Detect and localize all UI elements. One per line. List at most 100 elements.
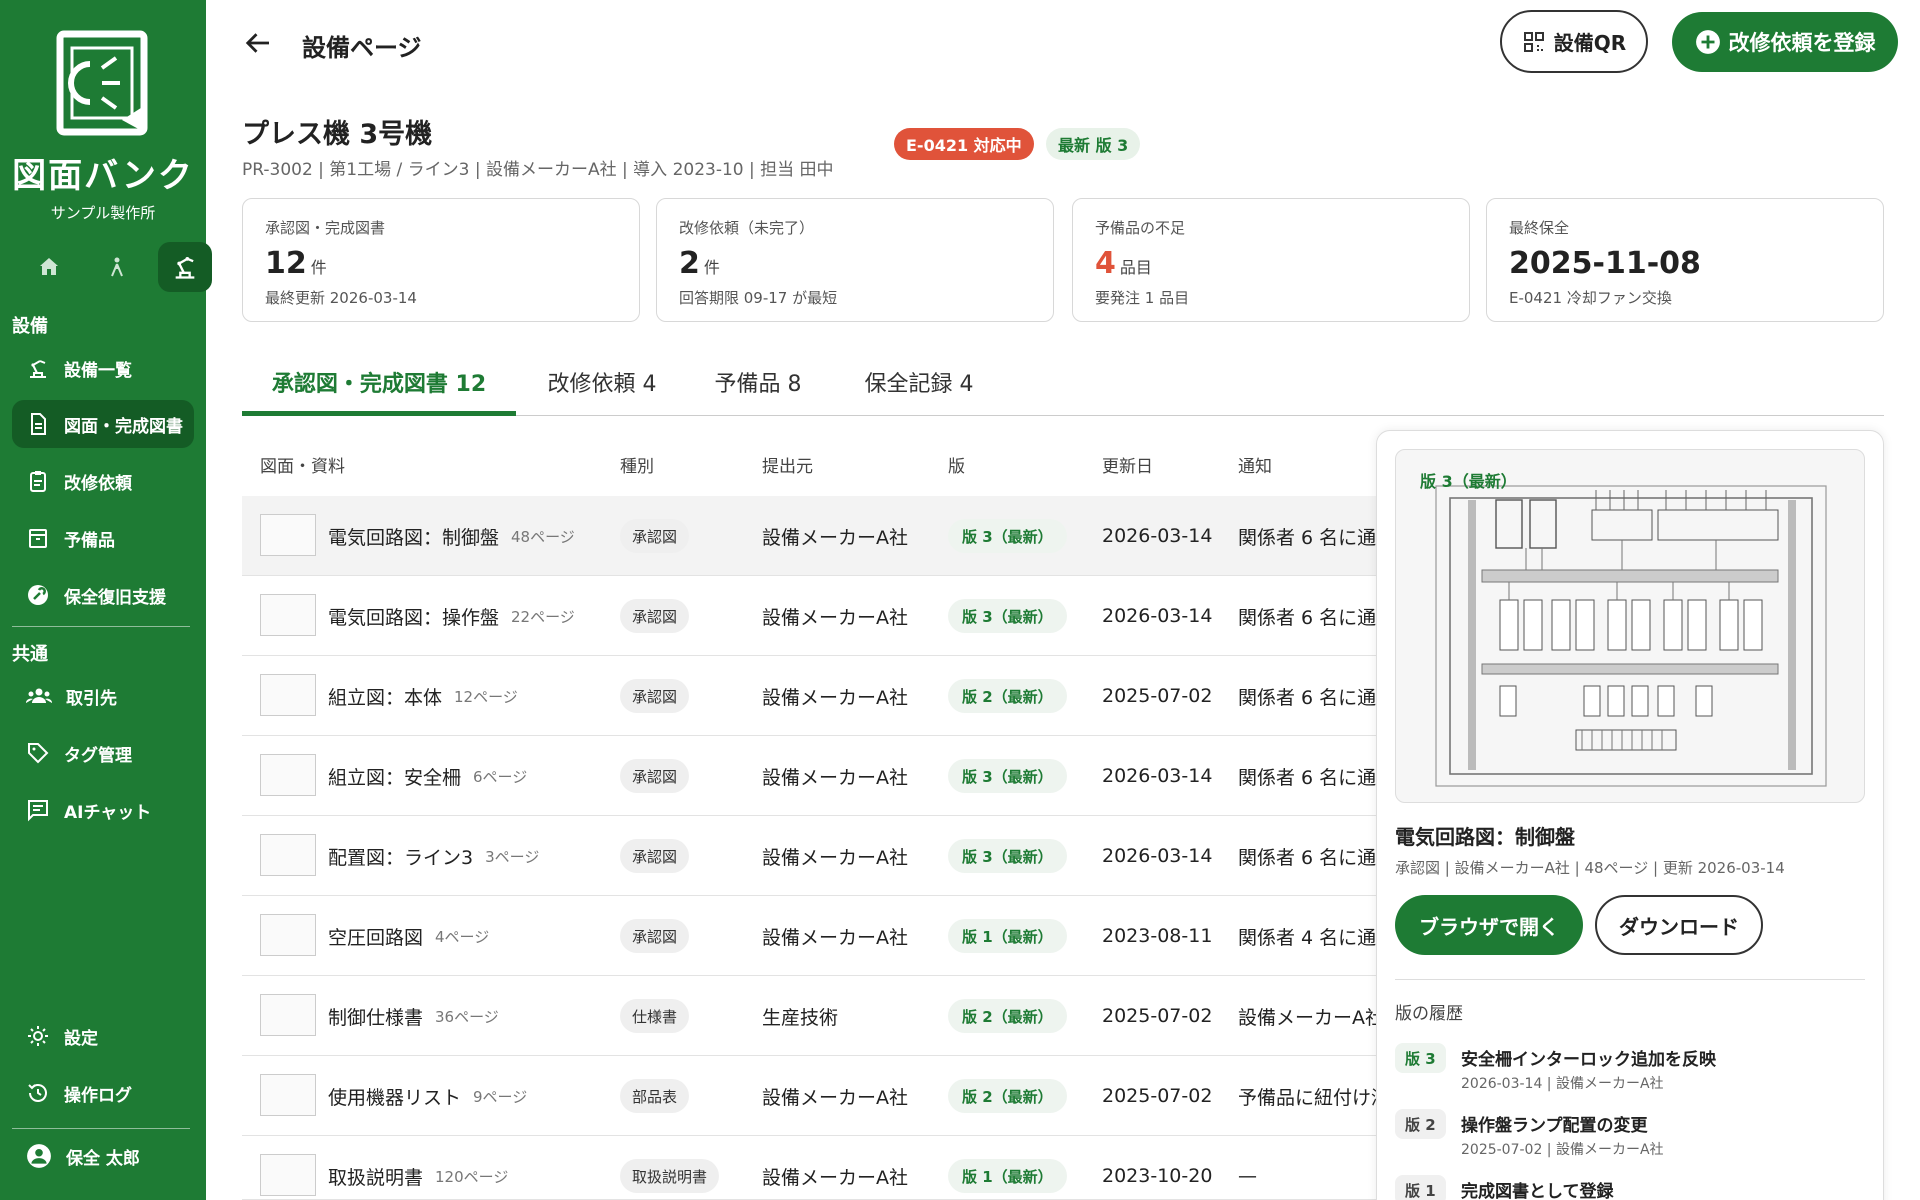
sidebar-item-settings[interactable]: 設定 <box>12 1012 194 1060</box>
sidebar-item-equipment-list[interactable]: 設備一覧 <box>12 344 194 392</box>
table-row[interactable]: 組立図：安全柵 6ページ 承認図 設備メーカーA社 版 3（最新） 2026-03… <box>242 736 1376 816</box>
box-icon <box>29 529 47 548</box>
updated-date: 2023-10-20 <box>1102 1165 1213 1187</box>
back-button[interactable] <box>244 28 274 62</box>
page-count: 9ページ <box>473 1087 528 1106</box>
alert-status-badge[interactable]: E-0421 対応中 <box>894 128 1034 160</box>
sidebar-item-spare-parts[interactable]: 予備品 <box>12 514 194 562</box>
page-count: 36ページ <box>435 1007 499 1026</box>
equipment-qr-label: 設備QR <box>1553 31 1627 55</box>
open-in-browser-button[interactable]: ブラウザで開く <box>1395 895 1583 955</box>
table-row[interactable]: 空圧回路図 4ページ 承認図 設備メーカーA社 版 1（最新） 2023-08-1… <box>242 896 1376 976</box>
table-row[interactable]: 制御仕様書 36ページ 仕様書 生産技術 版 2（最新） 2025-07-02 設… <box>242 976 1376 1056</box>
history-item[interactable]: 版 1 完成図書として登録 <box>1395 1175 1865 1200</box>
user-avatar-icon <box>27 1144 51 1168</box>
version-badge: 版 3（最新） <box>948 599 1067 633</box>
sidebar-item-partners[interactable]: 取引先 <box>12 672 194 720</box>
table-row[interactable]: 取扱説明書 120ページ 取扱説明書 設備メーカーA社 版 1（最新） 2023-… <box>242 1136 1376 1200</box>
column-header[interactable]: 種別 <box>620 452 654 477</box>
sidebar-item-label: 改修依頼 <box>64 473 132 494</box>
stat-card-spares-shortage[interactable]: 予備品の不足 4 品目 要発注 1 品目 <box>1072 198 1470 322</box>
sidebar-item-label: 設備一覧 <box>64 360 132 381</box>
drawing-thumbnail <box>260 514 316 556</box>
table-row[interactable]: 組立図：本体 12ページ 承認図 設備メーカーA社 版 2（最新） 2025-07… <box>242 656 1376 736</box>
history-item[interactable]: 版 2 操作盤ランプ配置の変更 2025-07-02 | 設備メーカーA社 <box>1395 1109 1865 1165</box>
table-row[interactable]: 使用機器リスト 9ページ 部品表 設備メーカーA社 版 2（最新） 2025-07… <box>242 1056 1376 1136</box>
sidebar-item-activity-log[interactable]: 操作ログ <box>12 1069 194 1117</box>
stat-card-last-maintenance[interactable]: 最終保全 2025-11-08 E-0421 冷却ファン交換 <box>1486 198 1884 322</box>
sidebar-item-drawings[interactable]: 図面・完成図書 <box>12 400 194 448</box>
column-header[interactable]: 図面・資料 <box>260 452 345 477</box>
sidebar-item-tags[interactable]: タグ管理 <box>12 729 194 777</box>
stat-unit: 件 <box>703 258 720 277</box>
drawing-name: 組立図：安全柵 <box>328 766 462 789</box>
source: 設備メーカーA社 <box>762 526 908 549</box>
history-icon <box>28 1084 47 1102</box>
source: 設備メーカーA社 <box>762 766 908 789</box>
history-version-badge: 版 1 <box>1395 1175 1446 1200</box>
brand-name: 図面バンク <box>12 156 194 196</box>
version-badge: 版 3（最新） <box>948 839 1067 873</box>
column-header[interactable]: 通知 <box>1238 452 1272 477</box>
organization-name: サンプル製作所 <box>50 204 156 222</box>
updated-date: 2026-03-14 <box>1102 605 1213 627</box>
stat-card-requests[interactable]: 改修依頼（未完了） 2件 回答期限 09-17 が最短 <box>656 198 1054 322</box>
kind-badge: 承認図 <box>620 599 690 633</box>
table-header: 図面・資料 種別 提出元 版 更新日 通知 <box>242 440 1392 484</box>
stat-label: 承認図・完成図書 <box>265 219 386 237</box>
register-request-button[interactable]: 改修依頼を登録 <box>1672 12 1898 72</box>
arrow-left-icon <box>245 33 269 53</box>
drawing-thumbnail <box>260 994 316 1036</box>
history-title: 安全柵インターロック追加を反映 <box>1461 1050 1716 1070</box>
source: 設備メーカーA社 <box>762 686 908 709</box>
stat-label: 改修依頼（未完了） <box>679 219 815 237</box>
notice-text: 関係者 6 名に通知済 <box>1238 526 1376 549</box>
sidebar-item-label: AIチャット <box>64 802 152 823</box>
history-item[interactable]: 版 3 安全柵インターロック追加を反映 2026-03-14 | 設備メーカーA… <box>1395 1043 1865 1099</box>
preview-version-label: 版 3（最新） <box>1420 472 1517 491</box>
tab-requests[interactable]: 改修依頼 4 <box>522 356 682 416</box>
notice-text: — <box>1238 1165 1257 1187</box>
tab-drawings[interactable]: 承認図・完成図書 12 <box>242 356 516 416</box>
section-equipment-label: 設備 <box>12 316 48 337</box>
sidebar-item-recovery[interactable]: 保全復旧支援 <box>12 571 194 619</box>
source: 設備メーカーA社 <box>762 926 908 949</box>
sidebar-user-profile[interactable]: 保全 太郎 <box>12 1132 194 1180</box>
home-icon[interactable] <box>22 242 76 292</box>
source: 生産技術 <box>762 1006 839 1029</box>
version-badge: 版 2（最新） <box>948 999 1067 1033</box>
sidebar-item-label: タグ管理 <box>64 745 132 766</box>
chat-icon <box>28 800 48 822</box>
source: 設備メーカーA社 <box>762 1166 908 1189</box>
tab-maintenance[interactable]: 保全記録 4 <box>836 356 1002 416</box>
robot-arm-icon[interactable] <box>158 242 212 292</box>
drawing-thumbnail <box>260 754 316 796</box>
drawing-preview-image[interactable]: 版 3（最新） <box>1395 449 1865 803</box>
robot-arm-icon <box>30 360 46 378</box>
stat-card-drawings[interactable]: 承認図・完成図書 12 件 最終更新 2026-03-14 <box>242 198 640 322</box>
equipment-qr-button[interactable]: 設備QR <box>1500 10 1648 73</box>
table-row[interactable]: 電気回路図：操作盤 22ページ 承認図 設備メーカーA社 版 3（最新） 2026… <box>242 576 1376 656</box>
column-header[interactable]: 版 <box>948 452 965 477</box>
qr-code-icon <box>1523 31 1544 52</box>
user-name: 保全 太郎 <box>66 1148 140 1169</box>
updated-date: 2026-03-14 <box>1102 845 1213 867</box>
version-history-title: 版の履歴 <box>1395 1004 1463 1024</box>
tab-spare-parts[interactable]: 予備品 8 <box>688 356 828 416</box>
page-count: 6ページ <box>473 767 528 786</box>
worker-icon[interactable] <box>90 242 144 292</box>
download-button[interactable]: ダウンロード <box>1595 895 1763 955</box>
column-header[interactable]: 提出元 <box>762 452 813 477</box>
panel-divider <box>1395 979 1865 980</box>
drawing-name: 電気回路図：操作盤 <box>328 606 500 629</box>
latest-version-badge: 最新 版 3 <box>1046 128 1141 160</box>
sidebar-item-label: 設定 <box>64 1028 98 1049</box>
sidebar-item-ai-chat[interactable]: AIチャット <box>12 786 194 834</box>
sidebar-item-requests[interactable]: 改修依頼 <box>12 457 194 505</box>
table-row[interactable]: 配置図：ライン3 3ページ 承認図 設備メーカーA社 版 3（最新） 2026-0… <box>242 816 1376 896</box>
stat-sub: E-0421 冷却ファン交換 <box>1509 289 1672 307</box>
table-row[interactable]: 電気回路図：制御盤 48ページ 承認図 設備メーカーA社 版 3（最新） 2026… <box>242 496 1376 576</box>
column-header[interactable]: 更新日 <box>1102 452 1153 477</box>
kind-badge: 部品表 <box>620 1079 690 1113</box>
drawing-name: 配置図：ライン3 <box>328 846 474 869</box>
